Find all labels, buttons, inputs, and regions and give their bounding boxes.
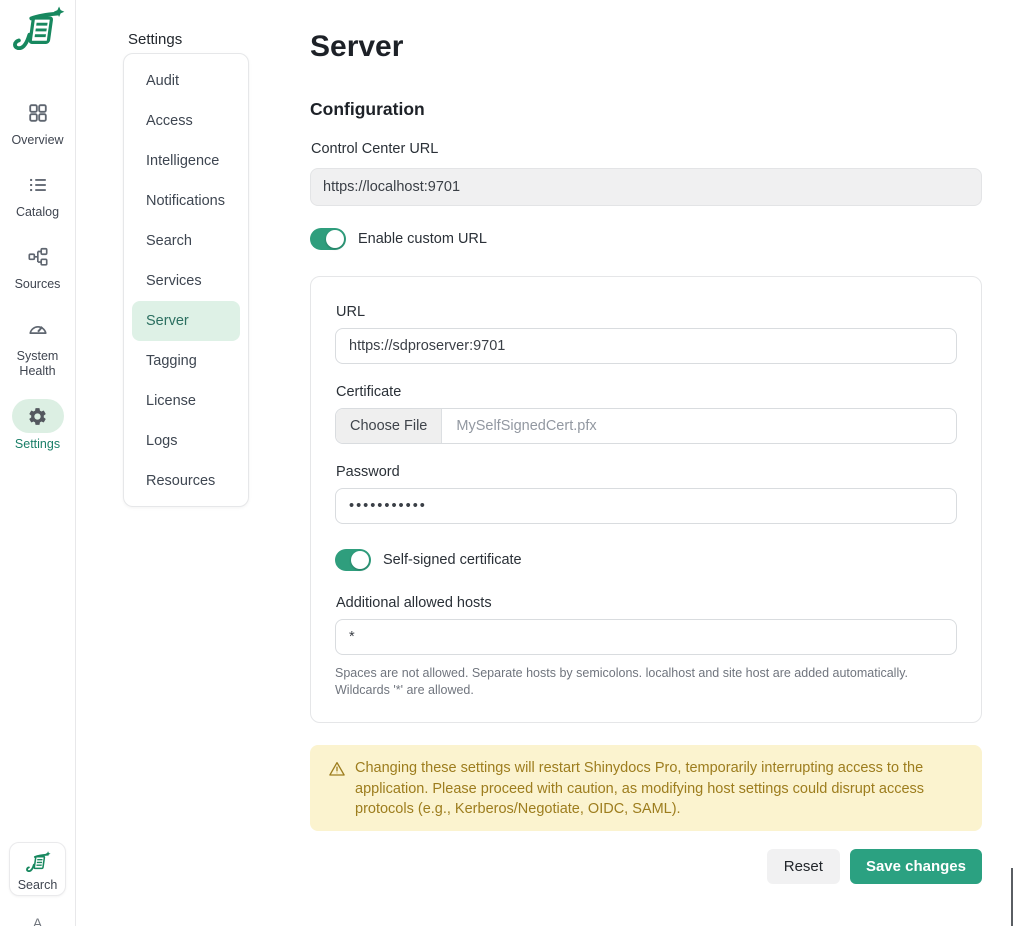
- control-center-url-label: Control Center URL: [311, 141, 438, 157]
- shinydocs-logo-icon: [9, 6, 67, 50]
- sidebar-item-label: Catalog: [0, 205, 75, 220]
- warning-text: Changing these settings will restart Shi…: [355, 758, 964, 818]
- active-pill: [12, 399, 64, 433]
- toggle-knob: [351, 551, 369, 569]
- menu-item-services[interactable]: Services: [132, 261, 240, 301]
- menu-item-intelligence[interactable]: Intelligence: [132, 141, 240, 181]
- section-title: Configuration: [310, 99, 425, 120]
- toggle-knob: [326, 230, 344, 248]
- gear-icon: [27, 404, 48, 428]
- settings-menu: Audit Access Intelligence Notifications …: [123, 53, 249, 507]
- certificate-filename: MySelfSignedCert.pfx: [442, 418, 596, 434]
- sidebar-search-launcher[interactable]: Search: [9, 842, 66, 896]
- enable-custom-url-toggle-row: Enable custom URL: [310, 228, 487, 250]
- menu-item-tagging[interactable]: Tagging: [132, 341, 240, 381]
- enable-custom-url-toggle[interactable]: [310, 228, 346, 250]
- menu-item-access[interactable]: Access: [132, 101, 240, 141]
- reset-button[interactable]: Reset: [767, 849, 840, 884]
- menu-item-license[interactable]: License: [132, 381, 240, 421]
- sidebar-item-sources[interactable]: Sources: [0, 245, 75, 292]
- sidebar-item-label: Sources: [0, 277, 75, 292]
- choose-file-button[interactable]: Choose File: [336, 409, 442, 443]
- footer-actions: Reset Save changes: [310, 849, 982, 884]
- grid-icon: [27, 101, 49, 125]
- allowed-hosts-label: Additional allowed hosts: [336, 595, 957, 611]
- menu-item-notifications[interactable]: Notifications: [132, 181, 240, 221]
- sidebar-item-label: Overview: [0, 133, 75, 148]
- gauge-icon: [26, 317, 50, 341]
- url-label: URL: [336, 304, 957, 320]
- avatar[interactable]: A: [0, 915, 75, 926]
- password-label: Password: [336, 464, 957, 480]
- restart-warning-banner: Changing these settings will restart Shi…: [310, 745, 982, 831]
- self-signed-toggle[interactable]: [335, 549, 371, 571]
- sidebar: Overview Catalog Sources: [0, 0, 76, 926]
- list-icon: [27, 173, 49, 197]
- sidebar-item-catalog[interactable]: Catalog: [0, 173, 75, 220]
- url-input[interactable]: [335, 328, 957, 364]
- search-label: Search: [10, 878, 65, 893]
- menu-item-search[interactable]: Search: [132, 221, 240, 261]
- hierarchy-icon: [27, 245, 49, 269]
- warning-triangle-icon: [328, 760, 346, 818]
- password-input[interactable]: [335, 488, 957, 524]
- menu-item-logs[interactable]: Logs: [132, 421, 240, 461]
- shinydocs-logo-icon: [24, 851, 52, 872]
- custom-url-card: URL Certificate Choose File MySelfSigned…: [310, 276, 982, 723]
- self-signed-label: Self-signed certificate: [383, 552, 522, 568]
- sidebar-item-system-health[interactable]: System Health: [0, 317, 75, 379]
- enable-custom-url-label: Enable custom URL: [358, 231, 487, 247]
- sidebar-item-overview[interactable]: Overview: [0, 101, 75, 148]
- settings-menu-title: Settings: [128, 31, 182, 48]
- certificate-file-input[interactable]: Choose File MySelfSignedCert.pfx: [335, 408, 957, 444]
- save-changes-button[interactable]: Save changes: [850, 849, 982, 884]
- sidebar-item-label: System Health: [0, 349, 75, 379]
- allowed-hosts-input[interactable]: [335, 619, 957, 655]
- control-center-url-input: [310, 168, 982, 206]
- page-title: Server: [310, 30, 403, 64]
- self-signed-toggle-row: Self-signed certificate: [335, 549, 957, 571]
- allowed-hosts-help: Spaces are not allowed. Separate hosts b…: [335, 665, 957, 699]
- sidebar-item-label: Settings: [0, 437, 75, 452]
- menu-item-resources[interactable]: Resources: [132, 461, 240, 501]
- menu-item-audit[interactable]: Audit: [132, 61, 240, 101]
- certificate-label: Certificate: [336, 384, 957, 400]
- menu-item-server[interactable]: Server: [132, 301, 240, 341]
- sidebar-item-settings[interactable]: Settings: [0, 399, 75, 452]
